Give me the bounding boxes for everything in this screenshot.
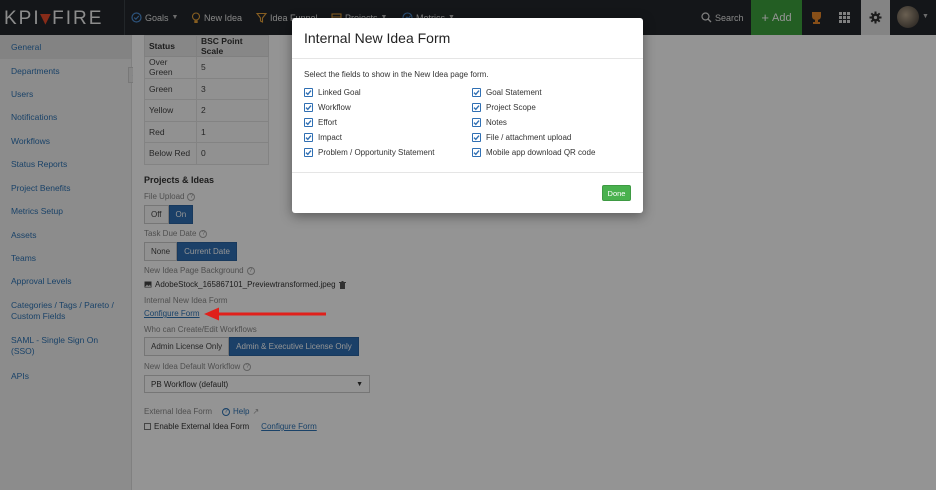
field-option-label: Notes — [486, 118, 507, 127]
modal-title: Internal New Idea Form — [304, 30, 451, 46]
field-option-label: Project Scope — [486, 103, 536, 112]
field-option-label: Impact — [318, 133, 343, 142]
field-option-linked-goal[interactable]: Linked Goal — [304, 88, 361, 97]
field-option-file-upload[interactable]: File / attachment upload — [472, 133, 571, 142]
field-option-qr-code[interactable]: Mobile app download QR code — [472, 148, 595, 157]
modal-footer-divider — [292, 172, 643, 173]
checkbox-checked-icon[interactable] — [472, 118, 481, 127]
field-option-notes[interactable]: Notes — [472, 118, 507, 127]
checkbox-checked-icon[interactable] — [472, 88, 481, 97]
checkbox-checked-icon[interactable] — [472, 148, 481, 157]
annotation-arrow-icon — [204, 307, 326, 321]
checkbox-checked-icon[interactable] — [304, 148, 313, 157]
field-option-label: Effort — [318, 118, 337, 127]
done-button[interactable]: Done — [602, 185, 631, 201]
internal-new-idea-form-modal: Internal New Idea Form Select the fields… — [292, 18, 643, 213]
modal-intro-text: Select the fields to show in the New Ide… — [304, 70, 489, 79]
field-option-project-scope[interactable]: Project Scope — [472, 103, 536, 112]
field-option-goal-statement[interactable]: Goal Statement — [472, 88, 542, 97]
field-option-label: Linked Goal — [318, 88, 361, 97]
field-option-workflow[interactable]: Workflow — [304, 103, 351, 112]
field-option-problem-statement[interactable]: Problem / Opportunity Statement — [304, 148, 435, 157]
field-option-effort[interactable]: Effort — [304, 118, 337, 127]
field-option-label: File / attachment upload — [486, 133, 572, 142]
modal-header-divider — [292, 58, 643, 59]
checkbox-checked-icon[interactable] — [472, 103, 481, 112]
checkbox-checked-icon[interactable] — [304, 103, 313, 112]
field-option-label: Mobile app download QR code — [486, 148, 596, 157]
checkbox-checked-icon[interactable] — [304, 133, 313, 142]
field-option-label: Workflow — [318, 103, 351, 112]
field-option-impact[interactable]: Impact — [304, 133, 342, 142]
field-option-label: Goal Statement — [486, 88, 542, 97]
field-option-label: Problem / Opportunity Statement — [318, 148, 435, 157]
checkbox-checked-icon[interactable] — [304, 118, 313, 127]
checkbox-checked-icon[interactable] — [304, 88, 313, 97]
checkbox-checked-icon[interactable] — [472, 133, 481, 142]
